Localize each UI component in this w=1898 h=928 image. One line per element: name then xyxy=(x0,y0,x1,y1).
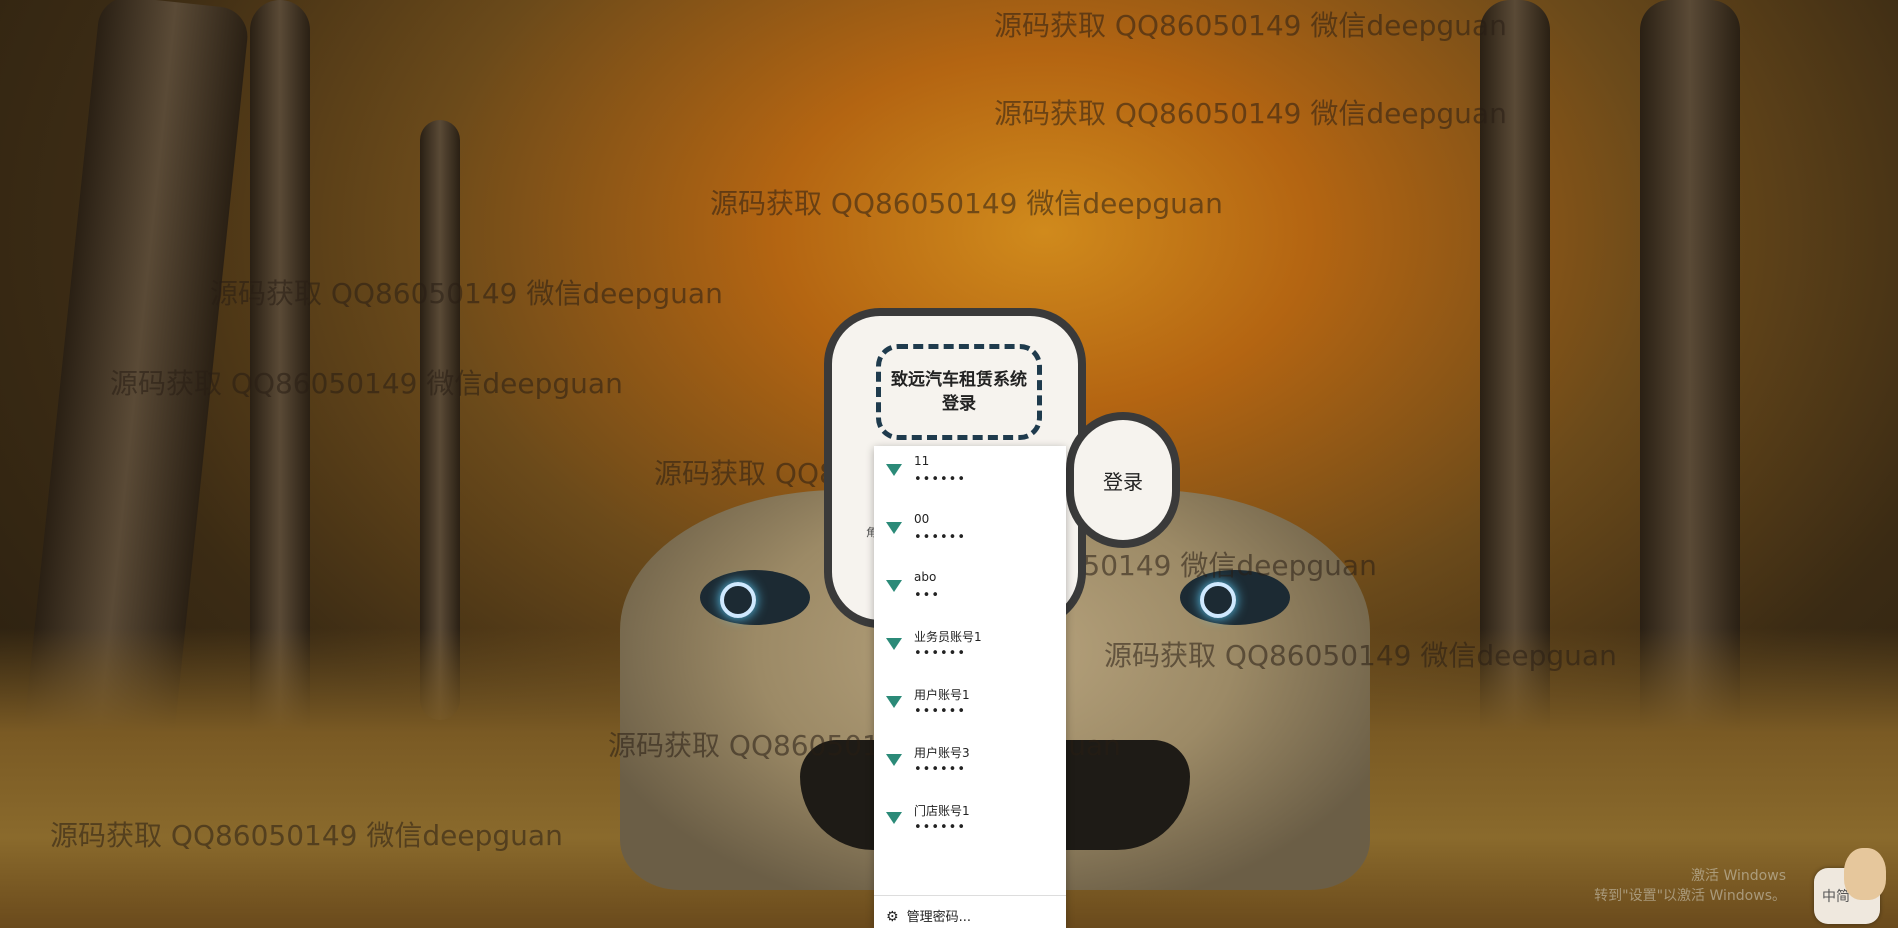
autofill-password: •••••• xyxy=(914,472,967,487)
autofill-item[interactable]: 00 •••••• xyxy=(874,504,1066,562)
divider xyxy=(874,895,1066,896)
windows-activation-notice: 激活 Windows 转到"设置"以激活 Windows。 xyxy=(1594,866,1786,906)
shiba-mascot-icon xyxy=(1844,848,1886,900)
watermark: 源码获取 QQ86050149 微信deepguan xyxy=(710,187,1223,220)
watermark: 源码获取 QQ86050149 微信deepguan xyxy=(110,367,623,400)
autofill-username: abo xyxy=(914,570,937,584)
activation-title: 激活 Windows xyxy=(1691,868,1786,884)
autofill-username: 00 xyxy=(914,512,930,526)
autofill-dropdown: 11 •••••• 00 •••••• abo ••• 业务员账号1 •••••… xyxy=(874,446,1066,928)
watermark: 源码获取 QQ86050149 微信deepguan xyxy=(50,819,563,852)
autofill-password: •••••• xyxy=(914,646,967,661)
gear-icon: ⚙ xyxy=(886,909,899,925)
autofill-item[interactable]: 用户账号1 •••••• xyxy=(874,678,1066,736)
autofill-password: •••••• xyxy=(914,762,967,777)
autofill-item[interactable]: 11 •••••• xyxy=(874,446,1066,504)
ime-indicator[interactable]: 中简 xyxy=(1814,848,1886,924)
watermark: 源码获取 QQ86050149 微信deepguan xyxy=(994,97,1507,130)
headlight xyxy=(700,570,810,625)
manage-passwords-label: 管理密码... xyxy=(906,910,971,925)
watermark: 源码获取 QQ86050149 微信deepguan xyxy=(1104,639,1617,672)
page-title: 致远汽车租赁系统登录 xyxy=(876,344,1042,440)
autofill-password: •••••• xyxy=(914,704,967,719)
autofill-item[interactable]: 业务员账号1 •••••• xyxy=(874,620,1066,678)
autofill-password: •••••• xyxy=(914,530,967,545)
key-icon xyxy=(886,812,902,824)
login-button[interactable]: 登录 xyxy=(1066,412,1180,548)
watermark: 源码获取 QQ86050149 微信deepguan xyxy=(210,277,723,310)
autofill-username: 门店账号1 xyxy=(914,804,970,818)
autofill-username: 业务员账号1 xyxy=(914,630,982,644)
autofill-password: •••••• xyxy=(914,820,967,835)
key-icon xyxy=(886,522,902,534)
key-icon xyxy=(886,638,902,650)
autofill-username: 11 xyxy=(914,454,930,468)
manage-passwords-button[interactable]: ⚙ 管理密码... xyxy=(886,906,971,925)
activation-subtitle: 转到"设置"以激活 Windows。 xyxy=(1594,888,1786,904)
watermark: 源码获取 QQ86050149 微信deepguan xyxy=(994,9,1507,42)
key-icon xyxy=(886,696,902,708)
autofill-item[interactable]: 门店账号1 •••••• xyxy=(874,794,1066,852)
key-icon xyxy=(886,754,902,766)
key-icon xyxy=(886,464,902,476)
autofill-item[interactable]: abo ••• xyxy=(874,562,1066,620)
autofill-password: ••• xyxy=(914,588,941,603)
key-icon xyxy=(886,580,902,592)
autofill-username: 用户账号1 xyxy=(914,688,970,702)
autofill-item[interactable]: 用户账号3 •••••• xyxy=(874,736,1066,794)
autofill-username: 用户账号3 xyxy=(914,746,970,760)
